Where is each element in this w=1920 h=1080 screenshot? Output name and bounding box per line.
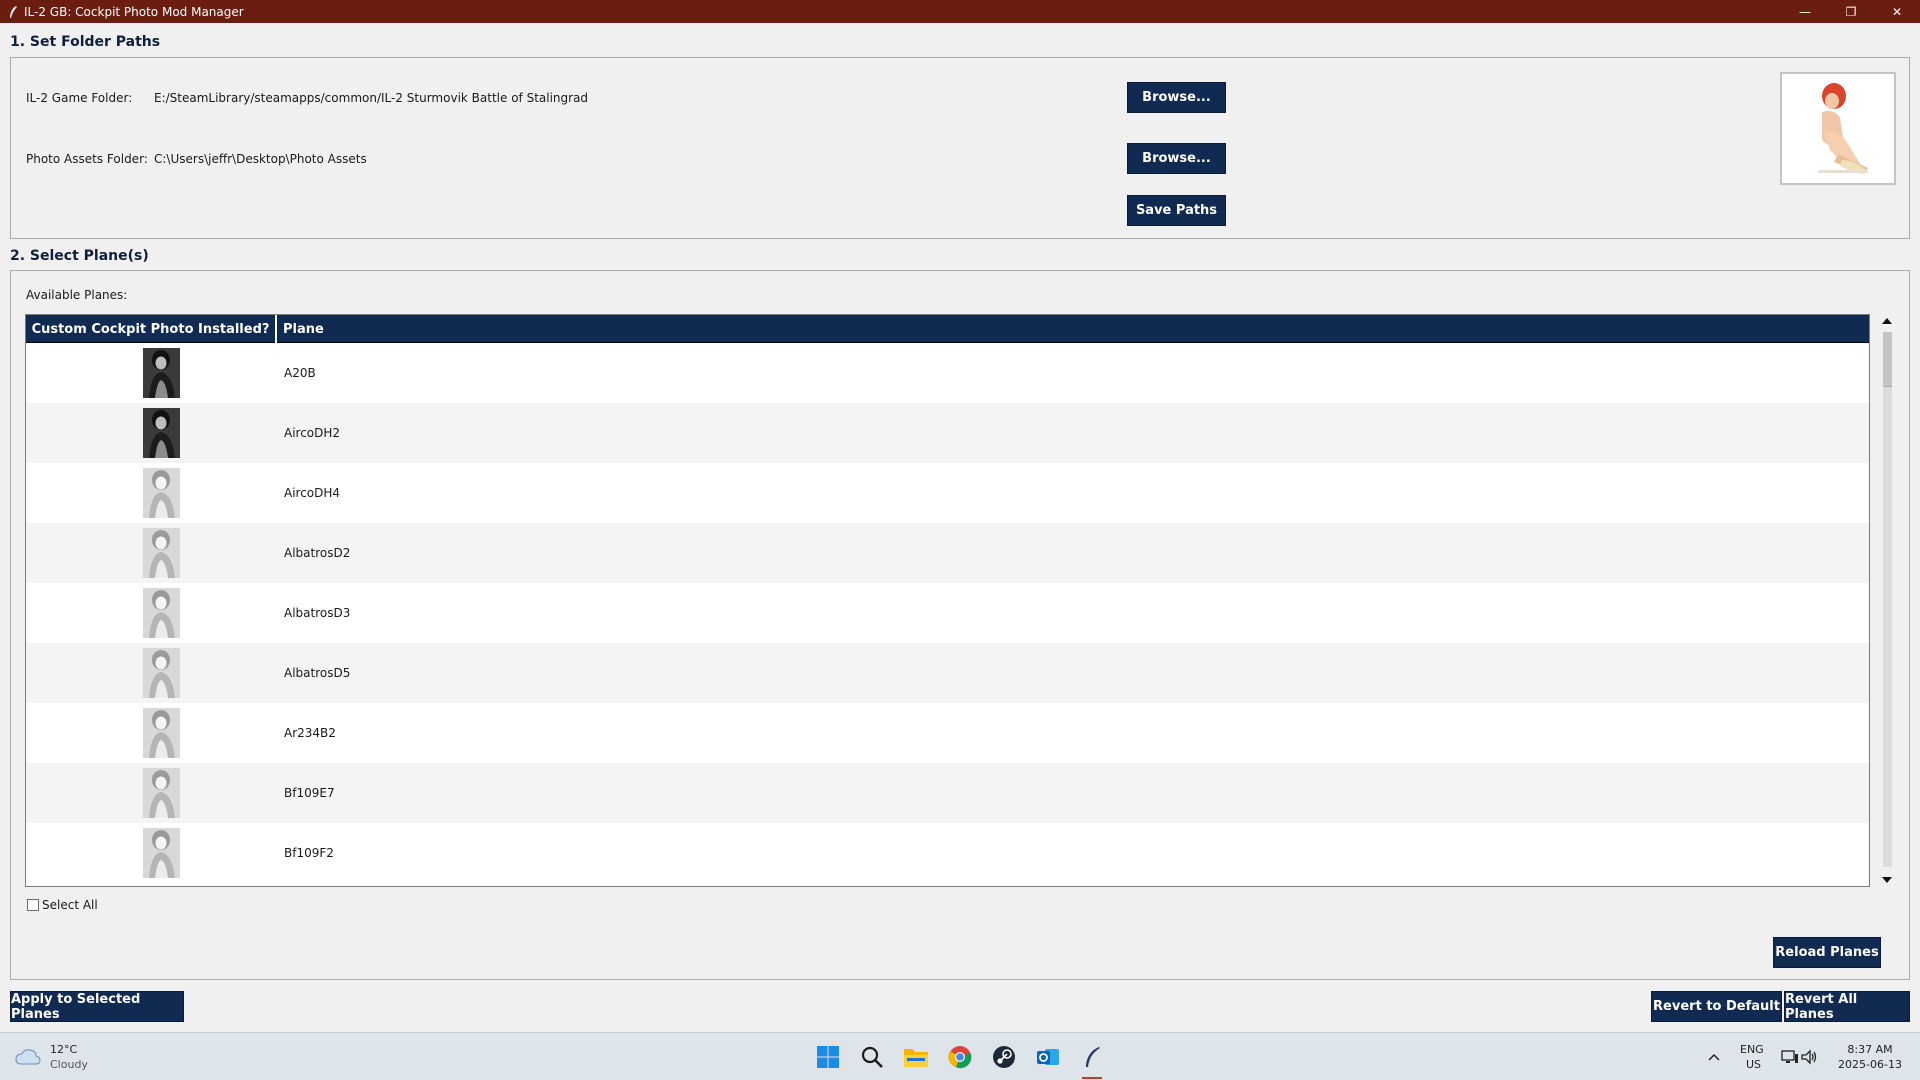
cloud-icon[interactable] xyxy=(14,1043,42,1071)
vertical-scrollbar[interactable] xyxy=(1878,314,1896,887)
plane-name: AlbatrosD3 xyxy=(284,606,351,620)
scroll-up-arrow-icon[interactable] xyxy=(1880,314,1894,328)
plane-name: AlbatrosD2 xyxy=(284,546,351,560)
clock-time[interactable]: 8:37 AM xyxy=(1838,1042,1902,1057)
title-bar: IL-2 GB: Cockpit Photo Mod Manager — ❐ ✕ xyxy=(0,0,1920,23)
photo-cell xyxy=(26,823,279,883)
weather-temp[interactable]: 12°C xyxy=(50,1042,77,1057)
plane-name: AircoDH2 xyxy=(284,426,341,440)
plane-name: Bf109E7 xyxy=(284,786,335,800)
photo-cell xyxy=(26,643,279,703)
plane-name: Ar234B2 xyxy=(284,726,336,740)
language-indicator[interactable]: ENG xyxy=(1740,1042,1764,1057)
photo-cell xyxy=(26,463,279,523)
scroll-thumb[interactable] xyxy=(1883,332,1892,387)
scroll-track[interactable] xyxy=(1883,332,1892,867)
select-all-checkbox[interactable] xyxy=(27,899,39,911)
table-row[interactable]: AircoDH4 xyxy=(26,463,1869,523)
cockpit-photo-thumbnail xyxy=(143,528,180,578)
table-row[interactable]: AlbatrosD3 xyxy=(26,583,1869,643)
section-title-folders: 1. Set Folder Paths xyxy=(10,34,161,50)
search-icon[interactable] xyxy=(858,1043,886,1071)
table-row[interactable]: AircoDH2 xyxy=(26,403,1869,463)
restore-button[interactable]: ❐ xyxy=(1828,0,1874,23)
table-row[interactable]: Ar234B2 xyxy=(26,703,1869,763)
volume-icon[interactable] xyxy=(1796,1043,1824,1071)
table-row[interactable]: A20B xyxy=(26,343,1869,403)
planes-table[interactable]: Custom Cockpit Photo Installed? Plane A2… xyxy=(25,314,1870,887)
quill-app-icon xyxy=(5,4,21,20)
close-button[interactable]: ✕ xyxy=(1874,0,1920,23)
assets-folder-path: C:\Users\jeffr\Desktop\Photo Assets xyxy=(154,152,367,166)
chrome-icon[interactable] xyxy=(946,1043,974,1071)
cockpit-photo-thumbnail xyxy=(143,468,180,518)
table-row[interactable]: Bf109F2 xyxy=(26,823,1869,883)
preview-photo xyxy=(1780,72,1896,185)
assets-folder-label: Photo Assets Folder: xyxy=(26,152,148,166)
cockpit-photo-thumbnail xyxy=(143,408,180,458)
plane-name: AircoDH4 xyxy=(284,486,341,500)
windows-start-icon[interactable] xyxy=(814,1043,842,1071)
cockpit-photo-thumbnail xyxy=(143,828,180,878)
cockpit-photo-thumbnail xyxy=(143,648,180,698)
column-header-plane[interactable]: Plane xyxy=(279,315,324,343)
file-explorer-icon[interactable] xyxy=(902,1043,930,1071)
steam-icon[interactable] xyxy=(990,1043,1018,1071)
browse-assets-folder-button[interactable]: Browse... xyxy=(1127,143,1226,174)
weather-desc[interactable]: Cloudy xyxy=(50,1057,88,1072)
browse-game-folder-button[interactable]: Browse... xyxy=(1127,82,1226,113)
reload-planes-button[interactable]: Reload Planes xyxy=(1773,937,1881,968)
plane-name: AlbatrosD5 xyxy=(284,666,351,680)
photo-cell xyxy=(26,703,279,763)
photo-cell xyxy=(26,343,279,403)
photo-cell xyxy=(26,763,279,823)
photo-cell xyxy=(26,583,279,643)
cockpit-photo-thumbnail xyxy=(143,348,180,398)
save-paths-button[interactable]: Save Paths xyxy=(1127,195,1226,226)
column-header-photo[interactable]: Custom Cockpit Photo Installed? xyxy=(26,315,277,343)
photo-cell xyxy=(26,523,279,583)
table-header: Custom Cockpit Photo Installed? Plane xyxy=(26,315,1869,343)
folder-paths-group xyxy=(10,57,1910,239)
cockpit-photo-thumbnail xyxy=(143,708,180,758)
table-row[interactable]: AlbatrosD2 xyxy=(26,523,1869,583)
revert-default-button[interactable]: Revert to Default xyxy=(1651,991,1782,1022)
plane-name: A20B xyxy=(284,366,316,380)
table-row[interactable]: AlbatrosD5 xyxy=(26,643,1869,703)
section-title-planes: 2. Select Plane(s) xyxy=(10,248,149,264)
revert-all-button[interactable]: Revert All Planes xyxy=(1784,991,1910,1022)
photo-cell xyxy=(26,403,279,463)
minimize-button[interactable]: — xyxy=(1782,0,1828,23)
window-title: IL-2 GB: Cockpit Photo Mod Manager xyxy=(24,4,244,19)
apply-selected-button[interactable]: Apply to Selected Planes xyxy=(10,991,184,1022)
active-app-indicator xyxy=(1082,1077,1102,1079)
outlook-icon[interactable] xyxy=(1034,1043,1062,1071)
table-row[interactable]: Bf109E7 xyxy=(26,763,1869,823)
chevron-up-icon[interactable] xyxy=(1700,1043,1728,1071)
clock-date[interactable]: 2025-06-13 xyxy=(1832,1057,1908,1072)
cockpit-photo-thumbnail xyxy=(143,768,180,818)
quill-app-taskbar-icon[interactable] xyxy=(1078,1043,1106,1071)
region-indicator[interactable]: US xyxy=(1746,1057,1761,1072)
plane-name: Bf109F2 xyxy=(284,846,334,860)
game-folder-label: IL-2 Game Folder: xyxy=(26,91,133,105)
windows-taskbar: 12°C Cloudy ENG US 8:37 AM 2025-06-13 xyxy=(0,1032,1920,1080)
game-folder-path: E:/SteamLibrary/steamapps/common/IL-2 St… xyxy=(154,91,589,105)
cockpit-photo-thumbnail xyxy=(143,588,180,638)
available-planes-label: Available Planes: xyxy=(26,288,128,302)
select-all-label[interactable]: Select All xyxy=(42,898,98,912)
scroll-down-arrow-icon[interactable] xyxy=(1880,873,1894,887)
